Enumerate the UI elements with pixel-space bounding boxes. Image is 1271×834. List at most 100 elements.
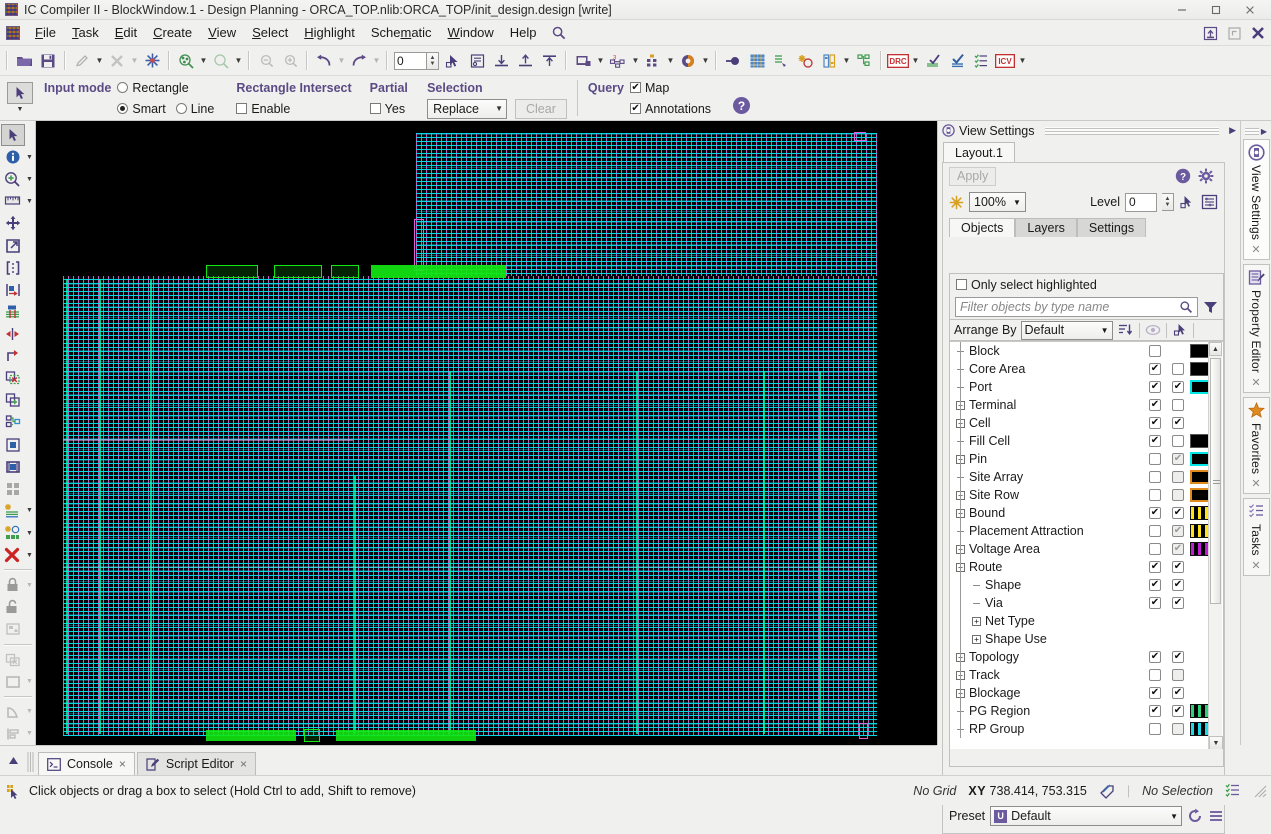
color-fill-icon[interactable] xyxy=(676,48,700,74)
optimize-icon[interactable] xyxy=(793,48,817,74)
power-plan-icon[interactable] xyxy=(817,48,841,74)
radio-rectangle[interactable] xyxy=(117,82,128,93)
resize-icon[interactable] xyxy=(1,235,25,257)
object-row[interactable]: +Net Type xyxy=(950,612,1208,630)
objects-tree-scrollbar[interactable]: ▲ ▼ xyxy=(1208,342,1222,749)
selectability-checkbox[interactable]: ✔ xyxy=(1172,525,1184,537)
tool-edit-cell[interactable] xyxy=(0,618,36,640)
selectability-checkbox[interactable]: ✔ xyxy=(1172,507,1184,519)
unlock-icon[interactable] xyxy=(1,596,25,618)
next-view-icon[interactable] xyxy=(278,48,302,74)
checkbox-partial-yes[interactable] xyxy=(370,103,381,114)
objects-tree[interactable]: BlockCore Area✔Port✔✔+Terminal✔+Cell✔✔Fi… xyxy=(950,341,1223,749)
route-guide-icon[interactable] xyxy=(769,48,793,74)
right-tab-property-editor[interactable]: Property Editor ✕ xyxy=(1243,264,1270,393)
clear-selection-icon[interactable] xyxy=(1,649,25,671)
close-icon[interactable]: ✕ xyxy=(1251,243,1260,256)
object-row[interactable]: −Route✔✔ xyxy=(950,558,1208,576)
visibility-checkbox[interactable]: ✔ xyxy=(1149,561,1161,573)
tool-zoom[interactable]: ▼ xyxy=(0,168,36,190)
edit-pencil-dropdown[interactable]: ▼ xyxy=(94,48,105,74)
selectability-checkbox[interactable]: ✔ xyxy=(1172,597,1184,609)
delete-region-icon[interactable] xyxy=(1,367,25,389)
tool-remove-highlight[interactable]: ▼ xyxy=(0,544,36,566)
tool-highlight-layers[interactable]: ▼ xyxy=(0,500,36,522)
edit-attributes-icon[interactable] xyxy=(465,48,489,74)
pin-guide-icon[interactable] xyxy=(1,434,25,456)
zoom-selection-icon[interactable] xyxy=(174,48,198,74)
lock-dropdown[interactable]: ▼ xyxy=(25,582,35,589)
restore-window-icon[interactable] xyxy=(1199,22,1221,44)
checklist-icon[interactable] xyxy=(969,48,993,74)
undo-dropdown[interactable]: ▼ xyxy=(336,48,347,74)
selectability-checkbox[interactable] xyxy=(1172,435,1184,447)
selectability-checkbox[interactable]: ✔ xyxy=(1172,579,1184,591)
tool-pin-guide[interactable] xyxy=(0,434,36,456)
object-row[interactable]: Port✔✔ xyxy=(950,378,1208,396)
tabstrip-grip[interactable] xyxy=(26,751,36,773)
highlight-search-icon[interactable] xyxy=(1,522,25,544)
lock-icon[interactable] xyxy=(1,574,25,596)
tab-layout-1[interactable]: Layout.1 xyxy=(943,142,1015,162)
zoom-dropdown[interactable]: ▼ xyxy=(25,176,35,183)
rectangle-intersect-enable[interactable]: Enable xyxy=(236,102,290,116)
help-icon[interactable]: ? xyxy=(1175,168,1191,184)
visibility-checkbox[interactable]: ✔ xyxy=(1149,579,1161,591)
rectangle-dropdown[interactable]: ▼ xyxy=(25,678,35,685)
zoom-level-combo[interactable]: 100% ▼ xyxy=(969,192,1026,212)
align-bottom-icon[interactable] xyxy=(489,48,513,74)
close-icon[interactable]: × xyxy=(240,757,247,771)
menu-file[interactable]: FFileile xyxy=(27,22,64,43)
visibility-checkbox[interactable] xyxy=(1149,669,1161,681)
menu-window[interactable]: Window xyxy=(440,22,502,43)
sort-descending-icon[interactable] xyxy=(1117,321,1135,340)
tool-block-view[interactable] xyxy=(0,456,36,478)
object-row[interactable]: +Voltage Area✔ xyxy=(950,540,1208,558)
selection-mode-combo[interactable]: Replace ▼ xyxy=(427,99,507,119)
menu-icon[interactable] xyxy=(1208,808,1224,824)
selection-list-icon[interactable] xyxy=(1225,783,1241,799)
edit-pencil-icon[interactable] xyxy=(70,48,94,74)
object-row[interactable]: +Terminal✔ xyxy=(950,396,1208,414)
visibility-checkbox[interactable]: ✔ xyxy=(1149,435,1161,447)
menu-view[interactable]: View xyxy=(200,22,244,43)
save-icon[interactable] xyxy=(36,48,60,74)
radio-smart[interactable] xyxy=(117,103,128,114)
right-tab-tasks[interactable]: Tasks ✕ xyxy=(1243,498,1270,576)
object-row[interactable]: +Site Row xyxy=(950,486,1208,504)
visibility-checkbox[interactable] xyxy=(1149,543,1161,555)
selectability-checkbox[interactable] xyxy=(1172,489,1184,501)
tool-highlight-search[interactable]: ▼ xyxy=(0,522,36,544)
visibility-checkbox[interactable]: ✔ xyxy=(1149,687,1161,699)
menu-highlight[interactable]: Highlight xyxy=(296,22,363,43)
object-row[interactable]: Placement Attraction✔ xyxy=(950,522,1208,540)
brightness-icon[interactable] xyxy=(949,195,964,210)
info-icon[interactable] xyxy=(1,146,25,168)
visibility-checkbox[interactable]: ✔ xyxy=(1149,399,1161,411)
object-row[interactable]: RP Group xyxy=(950,720,1208,738)
menu-select[interactable]: Select xyxy=(244,22,296,43)
drc-icon[interactable]: DRC xyxy=(886,48,910,74)
copy-add-icon[interactable] xyxy=(1,389,25,411)
remove-highlight-icon[interactable] xyxy=(1,544,25,566)
selectability-checkbox[interactable]: ✔ xyxy=(1172,453,1184,465)
selectability-checkbox[interactable]: ✔ xyxy=(1172,543,1184,555)
menu-edit[interactable]: Edit xyxy=(107,22,145,43)
checkbox-enable[interactable] xyxy=(236,103,247,114)
bus-route-dropdown[interactable]: ▼ xyxy=(630,48,641,74)
dock-grip[interactable] xyxy=(1245,128,1259,135)
arrow-select-tool[interactable]: ▼ xyxy=(6,78,34,118)
object-row[interactable]: +Bound✔✔ xyxy=(950,504,1208,522)
tool-ruler[interactable]: ▼ xyxy=(0,190,36,212)
align-left-dropdown[interactable]: ▼ xyxy=(25,730,35,737)
close-icon[interactable]: ✕ xyxy=(1251,376,1260,389)
tool-unlock[interactable] xyxy=(0,596,36,618)
level-spin-arrows[interactable]: ▲▼ xyxy=(427,52,439,70)
preset-combo[interactable]: U Default ▼ xyxy=(990,806,1182,826)
icv-icon[interactable]: ICV xyxy=(993,48,1017,74)
verify-icon[interactable] xyxy=(945,48,969,74)
menu-search-icon[interactable] xyxy=(551,25,567,41)
partial-yes[interactable]: Yes xyxy=(370,102,405,116)
object-row[interactable]: +Blockage✔✔ xyxy=(950,684,1208,702)
tool-clear-selection[interactable] xyxy=(0,649,36,671)
